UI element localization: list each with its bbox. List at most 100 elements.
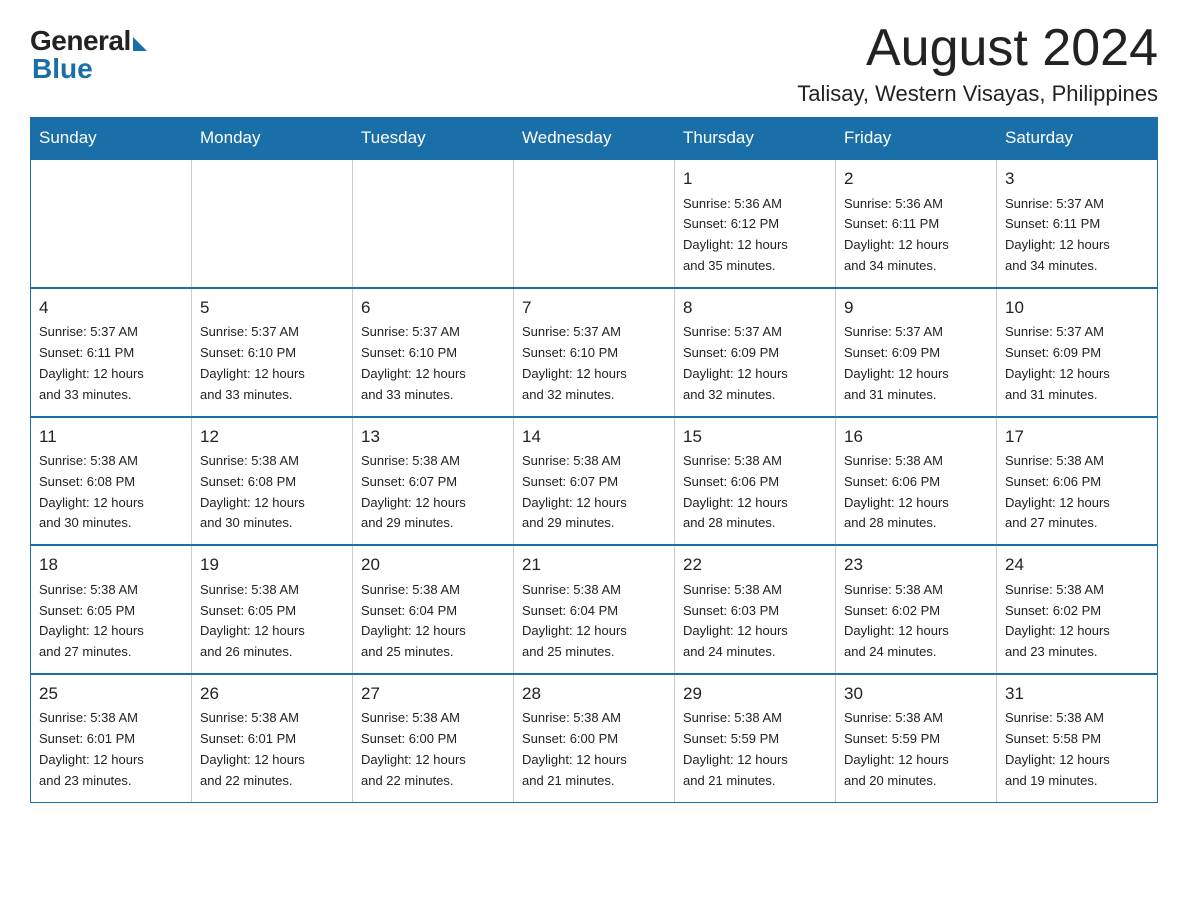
calendar-cell [514,159,675,288]
day-number: 27 [361,681,505,707]
day-number: 18 [39,552,183,578]
day-info: Sunrise: 5:38 AMSunset: 6:08 PMDaylight:… [200,451,344,534]
day-number: 20 [361,552,505,578]
day-info: Sunrise: 5:38 AMSunset: 5:58 PMDaylight:… [1005,708,1149,791]
calendar-cell: 10Sunrise: 5:37 AMSunset: 6:09 PMDayligh… [997,288,1158,417]
day-number: 28 [522,681,666,707]
day-number: 14 [522,424,666,450]
calendar-cell: 21Sunrise: 5:38 AMSunset: 6:04 PMDayligh… [514,545,675,674]
calendar-cell: 23Sunrise: 5:38 AMSunset: 6:02 PMDayligh… [836,545,997,674]
day-number: 3 [1005,166,1149,192]
calendar-cell [31,159,192,288]
calendar-cell: 27Sunrise: 5:38 AMSunset: 6:00 PMDayligh… [353,674,514,802]
day-number: 24 [1005,552,1149,578]
day-number: 2 [844,166,988,192]
day-info: Sunrise: 5:38 AMSunset: 6:01 PMDaylight:… [200,708,344,791]
day-number: 17 [1005,424,1149,450]
day-number: 15 [683,424,827,450]
day-number: 9 [844,295,988,321]
calendar-cell: 17Sunrise: 5:38 AMSunset: 6:06 PMDayligh… [997,417,1158,546]
calendar-week-3: 11 Sunrise: 5:38 AMSunset: 6:08 PMDayligh… [31,417,1158,546]
title-area: August 2024 Talisay, Western Visayas, Ph… [797,20,1158,107]
calendar-table: SundayMondayTuesdayWednesdayThursdayFrid… [30,117,1158,802]
day-info: Sunrise: 5:37 AMSunset: 6:11 PMDaylight:… [39,322,183,405]
calendar-cell: 4Sunrise: 5:37 AMSunset: 6:11 PMDaylight… [31,288,192,417]
day-number: 30 [844,681,988,707]
logo-arrow-icon [133,37,147,51]
day-info: Sunrise: 5:37 AMSunset: 6:10 PMDaylight:… [361,322,505,405]
calendar-cell: 25Sunrise: 5:38 AMSunset: 6:01 PMDayligh… [31,674,192,802]
day-info: Sunrise: 5:38 AMSunset: 6:02 PMDaylight:… [844,580,988,663]
day-info: Sunrise: 5:38 AMSunset: 6:05 PMDaylight:… [39,580,183,663]
calendar-cell: 18Sunrise: 5:38 AMSunset: 6:05 PMDayligh… [31,545,192,674]
weekday-header-tuesday: Tuesday [353,118,514,160]
calendar-cell: 24Sunrise: 5:38 AMSunset: 6:02 PMDayligh… [997,545,1158,674]
calendar-cell: 8Sunrise: 5:37 AMSunset: 6:09 PMDaylight… [675,288,836,417]
calendar-cell: 20Sunrise: 5:38 AMSunset: 6:04 PMDayligh… [353,545,514,674]
day-info: Sunrise: 5:37 AMSunset: 6:09 PMDaylight:… [1005,322,1149,405]
calendar-cell: 16Sunrise: 5:38 AMSunset: 6:06 PMDayligh… [836,417,997,546]
day-number: 23 [844,552,988,578]
day-info: Sunrise: 5:38 AMSunset: 6:05 PMDaylight:… [200,580,344,663]
location-title: Talisay, Western Visayas, Philippines [797,81,1158,107]
month-title: August 2024 [797,20,1158,77]
day-number: 16 [844,424,988,450]
calendar-cell: 9Sunrise: 5:37 AMSunset: 6:09 PMDaylight… [836,288,997,417]
calendar-week-4: 18Sunrise: 5:38 AMSunset: 6:05 PMDayligh… [31,545,1158,674]
day-number: 4 [39,295,183,321]
calendar-cell: 12Sunrise: 5:38 AMSunset: 6:08 PMDayligh… [192,417,353,546]
day-number: 26 [200,681,344,707]
day-number: 8 [683,295,827,321]
day-info: Sunrise: 5:38 AMSunset: 6:04 PMDaylight:… [361,580,505,663]
day-number: 6 [361,295,505,321]
calendar-cell: 22Sunrise: 5:38 AMSunset: 6:03 PMDayligh… [675,545,836,674]
logo-blue-text: Blue [32,53,93,85]
day-info: Sunrise: 5:37 AMSunset: 6:09 PMDaylight:… [844,322,988,405]
weekday-header-row: SundayMondayTuesdayWednesdayThursdayFrid… [31,118,1158,160]
day-number: 21 [522,552,666,578]
calendar-cell: 11Sunrise: 5:38 AMSunset: 6:08 PMDayligh… [31,417,192,546]
weekday-header-friday: Friday [836,118,997,160]
day-info: Sunrise: 5:38 AMSunset: 6:04 PMDaylight:… [522,580,666,663]
day-number: 5 [200,295,344,321]
calendar-cell: 29Sunrise: 5:38 AMSunset: 5:59 PMDayligh… [675,674,836,802]
day-info: Sunrise: 5:38 AMSunset: 6:06 PMDaylight:… [844,451,988,534]
day-info: Sunrise: 5:36 AMSunset: 6:12 PMDaylight:… [683,194,827,277]
day-number: 10 [1005,295,1149,321]
day-number: 12 [200,424,344,450]
day-info: Sunrise: 5:38 AMSunset: 6:02 PMDaylight:… [1005,580,1149,663]
calendar-cell: 30Sunrise: 5:38 AMSunset: 5:59 PMDayligh… [836,674,997,802]
day-info: Sunrise: 5:38 AMSunset: 6:03 PMDaylight:… [683,580,827,663]
day-number: 29 [683,681,827,707]
weekday-header-thursday: Thursday [675,118,836,160]
calendar-week-2: 4Sunrise: 5:37 AMSunset: 6:11 PMDaylight… [31,288,1158,417]
calendar-cell: 15Sunrise: 5:38 AMSunset: 6:06 PMDayligh… [675,417,836,546]
day-info: Sunrise: 5:37 AMSunset: 6:09 PMDaylight:… [683,322,827,405]
day-number: 19 [200,552,344,578]
calendar-cell [192,159,353,288]
day-info: Sunrise: 5:38 AMSunset: 5:59 PMDaylight:… [683,708,827,791]
day-number: 31 [1005,681,1149,707]
weekday-header-saturday: Saturday [997,118,1158,160]
day-info: Sunrise: 5:38 AMSunset: 6:06 PMDaylight:… [683,451,827,534]
calendar-cell: 5Sunrise: 5:37 AMSunset: 6:10 PMDaylight… [192,288,353,417]
day-number: 11 [39,424,183,450]
calendar-cell: 13Sunrise: 5:38 AMSunset: 6:07 PMDayligh… [353,417,514,546]
calendar-cell [353,159,514,288]
day-number: 22 [683,552,827,578]
weekday-header-wednesday: Wednesday [514,118,675,160]
day-info: Sunrise: 5:38 AMSunset: 6:01 PMDaylight:… [39,708,183,791]
calendar-cell: 1Sunrise: 5:36 AMSunset: 6:12 PMDaylight… [675,159,836,288]
day-info: Sunrise: 5:37 AMSunset: 6:10 PMDaylight:… [200,322,344,405]
day-info: Sunrise: 5:37 AMSunset: 6:11 PMDaylight:… [1005,194,1149,277]
weekday-header-monday: Monday [192,118,353,160]
day-info: Sunrise: 5:38 AMSunset: 6:07 PMDaylight:… [522,451,666,534]
day-info: Sunrise: 5:37 AMSunset: 6:10 PMDaylight:… [522,322,666,405]
calendar-cell: 26Sunrise: 5:38 AMSunset: 6:01 PMDayligh… [192,674,353,802]
day-number: 7 [522,295,666,321]
day-info: Sunrise: 5:36 AMSunset: 6:11 PMDaylight:… [844,194,988,277]
day-info: Sunrise: 5:38 AMSunset: 6:00 PMDaylight:… [522,708,666,791]
day-info: Sunrise: 5:38 AMSunset: 5:59 PMDaylight:… [844,708,988,791]
page-header: General Blue August 2024 Talisay, Wester… [30,20,1158,107]
day-info: Sunrise: 5:38 AMSunset: 6:06 PMDaylight:… [1005,451,1149,534]
